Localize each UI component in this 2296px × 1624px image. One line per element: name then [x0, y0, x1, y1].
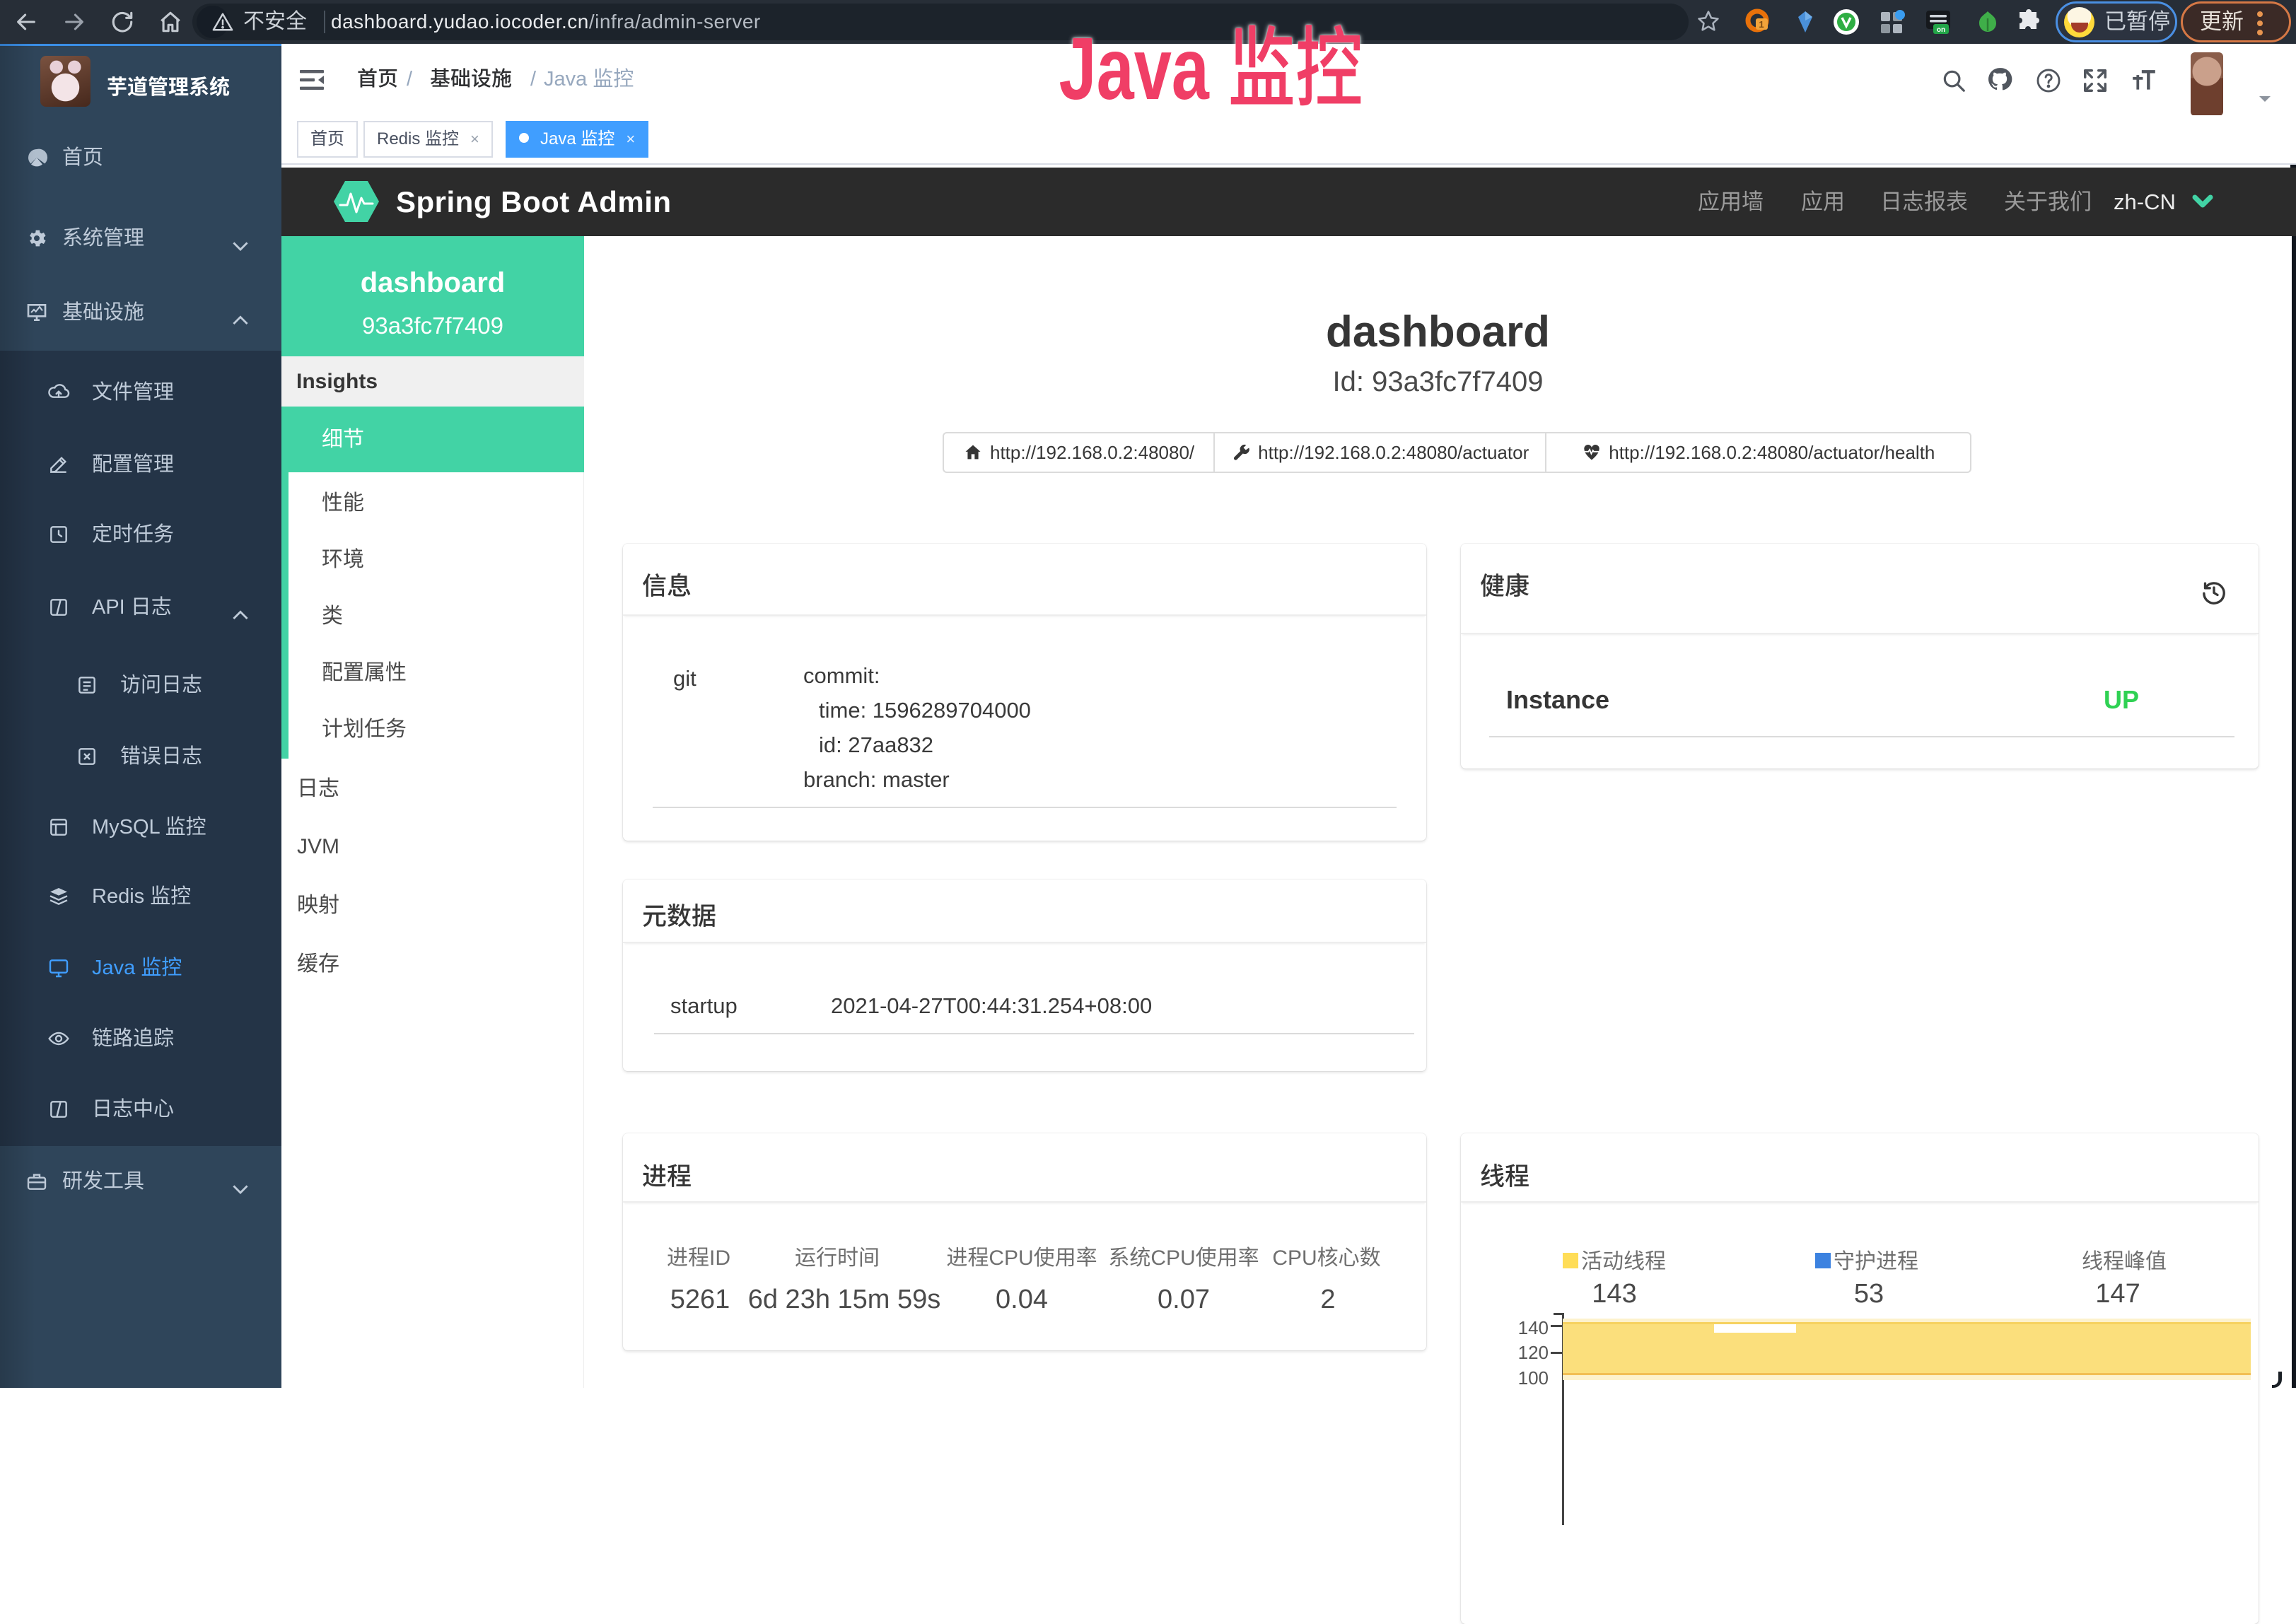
svg-text:on: on [1937, 26, 1945, 34]
svg-text:1: 1 [1759, 19, 1764, 30]
